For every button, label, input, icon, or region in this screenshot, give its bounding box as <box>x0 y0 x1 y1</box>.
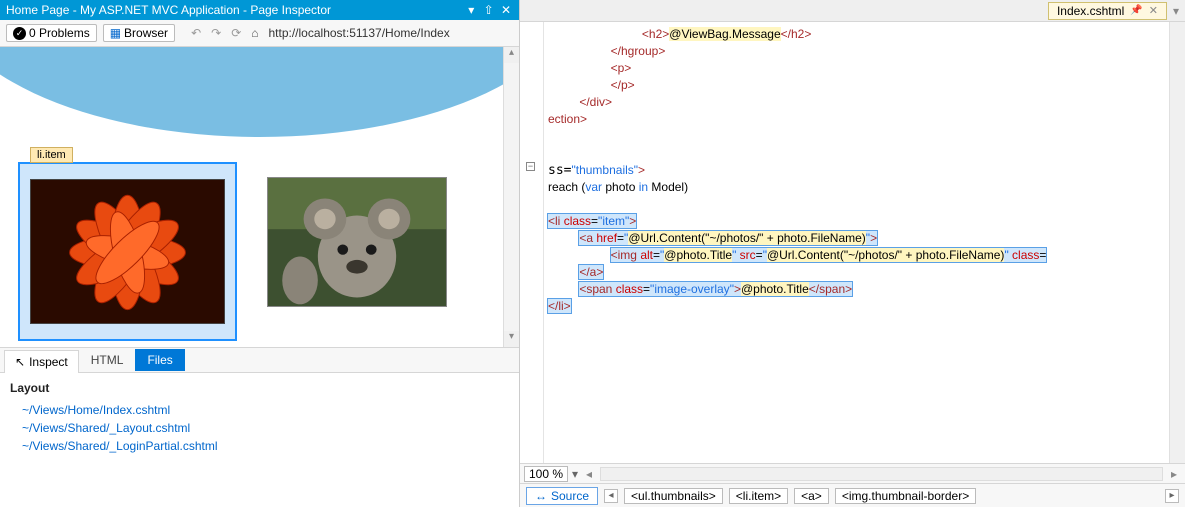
code-editor-panel: Index.cshtml 📌 ✕ ▾ ╪ − <h2>@ViewBag.Mess… <box>520 0 1185 507</box>
cursor-icon: ↖ <box>15 355 25 369</box>
close-icon[interactable]: ✕ <box>499 3 513 17</box>
forward-icon[interactable]: ↷ <box>211 26 221 40</box>
code-editor[interactable]: ╪ − <h2>@ViewBag.Message</h2> </hgroup> … <box>520 22 1185 463</box>
file-tab-index[interactable]: Index.cshtml 📌 ✕ <box>1048 2 1167 20</box>
breadcrumb-item[interactable]: <a> <box>794 488 829 504</box>
problems-count: 0 Problems <box>29 26 90 40</box>
browser-preview: li.item <box>0 47 519 347</box>
check-icon: ✓ <box>13 27 26 40</box>
window-controls: ▾ ⇧ ✕ <box>464 3 513 17</box>
code-content[interactable]: <h2>@ViewBag.Message</h2> </hgroup> <p> … <box>548 26 1165 315</box>
breadcrumb-bar: ↔ Source ◂ <ul.thumbnails> <li.item> <a>… <box>520 483 1185 507</box>
element-tooltip: li.item <box>30 147 73 163</box>
page-inspector-panel: Home Page - My ASP.NET MVC Application -… <box>0 0 520 507</box>
back-icon[interactable]: ↶ <box>191 26 201 40</box>
layout-heading: Layout <box>10 381 509 395</box>
zoom-level[interactable]: 100 % <box>524 466 568 482</box>
close-icon[interactable]: ✕ <box>1149 4 1158 17</box>
layout-path[interactable]: ~/Views/Shared/_Layout.cshtml <box>10 419 509 437</box>
browser-icon: ▦ <box>110 26 121 40</box>
file-tab-bar: Index.cshtml 📌 ✕ ▾ <box>520 0 1185 22</box>
pin-icon[interactable]: ⇧ <box>482 3 496 17</box>
address-bar[interactable]: http://localhost:51137/Home/Index <box>269 26 450 40</box>
scroll-up-icon[interactable]: ▴ <box>504 47 519 63</box>
source-button[interactable]: ↔ Source <box>526 487 598 505</box>
tab-files[interactable]: Files <box>135 349 184 371</box>
horizontal-scrollbar[interactable] <box>600 467 1163 481</box>
scroll-left-icon[interactable]: ◂ <box>582 467 596 481</box>
code-gutter: − <box>520 22 544 463</box>
titlebar: Home Page - My ASP.NET MVC Application -… <box>0 0 519 20</box>
breadcrumb-item[interactable]: <li.item> <box>729 488 788 504</box>
scroll-right-icon[interactable]: ▸ <box>1167 467 1181 481</box>
fold-icon[interactable]: − <box>526 162 535 171</box>
tab-overflow-icon[interactable]: ▾ <box>1173 4 1179 18</box>
thumbnail-image-2[interactable] <box>267 177 447 307</box>
layout-path[interactable]: ~/Views/Home/Index.cshtml <box>10 401 509 419</box>
layout-path[interactable]: ~/Views/Shared/_LoginPartial.cshtml <box>10 437 509 455</box>
refresh-icon[interactable]: ⟳ <box>231 26 241 40</box>
thumbnail-image-1 <box>30 179 225 324</box>
browser-button[interactable]: ▦ Browser <box>103 24 175 42</box>
arrows-icon: ↔ <box>535 489 547 503</box>
breadcrumb-next-icon[interactable]: ▸ <box>1165 489 1179 503</box>
zoom-bar: 100 % ▾ ◂ ▸ <box>520 463 1185 483</box>
window-dropdown-icon[interactable]: ▾ <box>464 3 478 17</box>
zoom-dropdown-icon[interactable]: ▾ <box>572 467 578 481</box>
thumbnails-row <box>18 162 447 341</box>
inspector-toolbar: ✓ 0 Problems ▦ Browser ↶ ↷ ⟳ ⌂ http://lo… <box>0 20 519 47</box>
pin-icon[interactable]: 📌 <box>1130 5 1142 16</box>
page-background <box>0 47 519 137</box>
breadcrumb-prev-icon[interactable]: ◂ <box>604 489 618 503</box>
selected-thumbnail[interactable] <box>18 162 237 341</box>
browser-label: Browser <box>124 26 168 40</box>
breadcrumb-item[interactable]: <ul.thumbnails> <box>624 488 723 504</box>
tab-html[interactable]: HTML <box>79 349 136 371</box>
window-title: Home Page - My ASP.NET MVC Application -… <box>6 3 460 17</box>
scroll-down-icon[interactable]: ▾ <box>504 331 519 347</box>
problems-button[interactable]: ✓ 0 Problems <box>6 24 97 42</box>
breadcrumb-item[interactable]: <img.thumbnail-border> <box>835 488 976 504</box>
preview-scrollbar[interactable]: ▴ ▾ <box>503 47 519 347</box>
layout-section: Layout ~/Views/Home/Index.cshtml ~/Views… <box>0 373 519 463</box>
home-icon[interactable]: ⌂ <box>251 26 258 40</box>
editor-scrollbar[interactable] <box>1169 22 1185 463</box>
file-tab-label: Index.cshtml <box>1057 4 1124 18</box>
inspector-tabs: ↖ Inspect HTML Files <box>0 347 519 373</box>
tab-inspect[interactable]: ↖ Inspect <box>4 350 79 373</box>
